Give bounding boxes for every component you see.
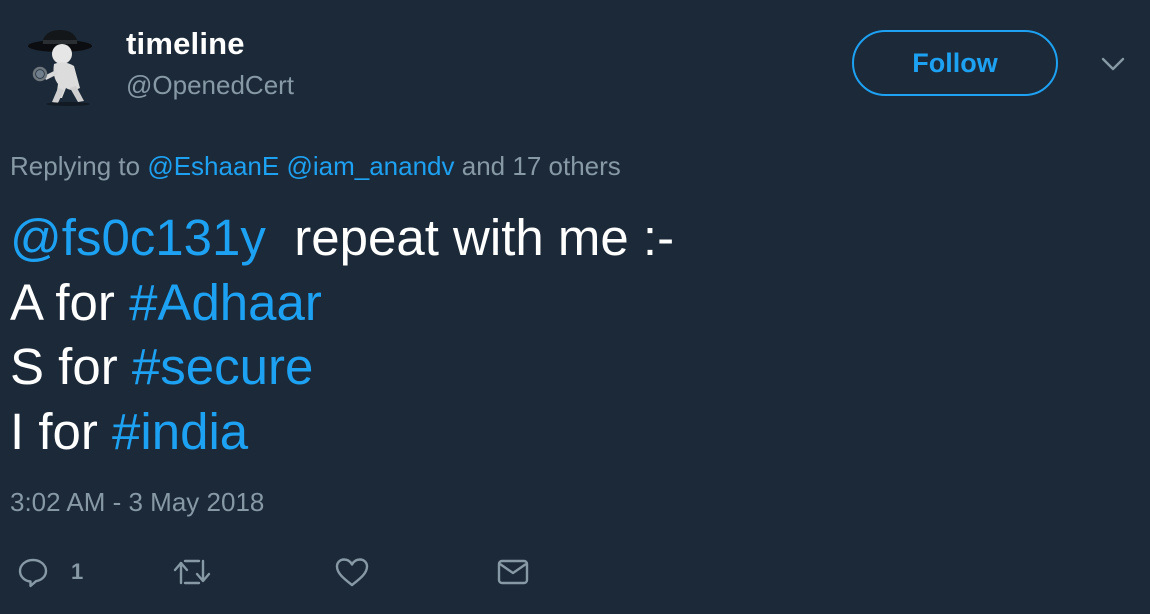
retweet-icon[interactable] (173, 557, 211, 587)
tweet-line-3: S for #secure (10, 335, 674, 400)
tweet-line-3-text: S for (10, 338, 118, 395)
reply-icon[interactable] (17, 556, 49, 588)
tweet-line-1-text: repeat with me :- (294, 209, 675, 266)
direct-message-action[interactable] (497, 559, 529, 585)
hashtag-adhaar[interactable]: #Adhaar (129, 274, 322, 331)
tweet-line-4-text: I for (10, 402, 98, 460)
avatar[interactable] (22, 26, 102, 106)
like-action[interactable] (335, 557, 369, 587)
tweet-text: @fs0c131y repeat with me :- A for #Adhaa… (10, 206, 674, 464)
tweet-timestamp[interactable]: 3:02 AM - 3 May 2018 (10, 487, 264, 518)
follow-button[interactable]: Follow (852, 30, 1058, 96)
retweet-action[interactable] (173, 557, 211, 587)
reply-action[interactable]: 1 (17, 556, 83, 588)
detective-figure-icon (28, 30, 92, 106)
mention-link-eshaane[interactable]: @EshaanE (147, 151, 279, 181)
tweet-line-2: A for #Adhaar (10, 271, 674, 336)
direct-message-icon[interactable] (497, 559, 529, 585)
chevron-down-icon[interactable] (1100, 54, 1126, 74)
reply-count: 1 (71, 559, 84, 584)
mention-link-iam-anandv[interactable]: @iam_anandv (286, 151, 454, 181)
replying-to-line: Replying to @EshaanE @iam_anandv and 17 … (10, 151, 621, 182)
tweet-line-2-text: A for (10, 273, 115, 331)
tweet-actions-bar: 1 (0, 550, 1150, 600)
like-icon[interactable] (335, 557, 369, 587)
hashtag-secure[interactable]: #secure (132, 338, 313, 395)
display-name[interactable]: timeline (126, 26, 245, 62)
replying-prefix: Replying to (10, 151, 141, 181)
tweet-line-4: I for #india (10, 400, 674, 465)
others-link[interactable]: and 17 others (462, 151, 621, 181)
hashtag-india[interactable]: #india (112, 403, 248, 460)
tweet-line-1: @fs0c131y repeat with me :- (10, 206, 674, 271)
mention-link-fs0c131y[interactable]: @fs0c131y (10, 209, 266, 266)
user-handle[interactable]: @OpenedCert (126, 70, 294, 101)
